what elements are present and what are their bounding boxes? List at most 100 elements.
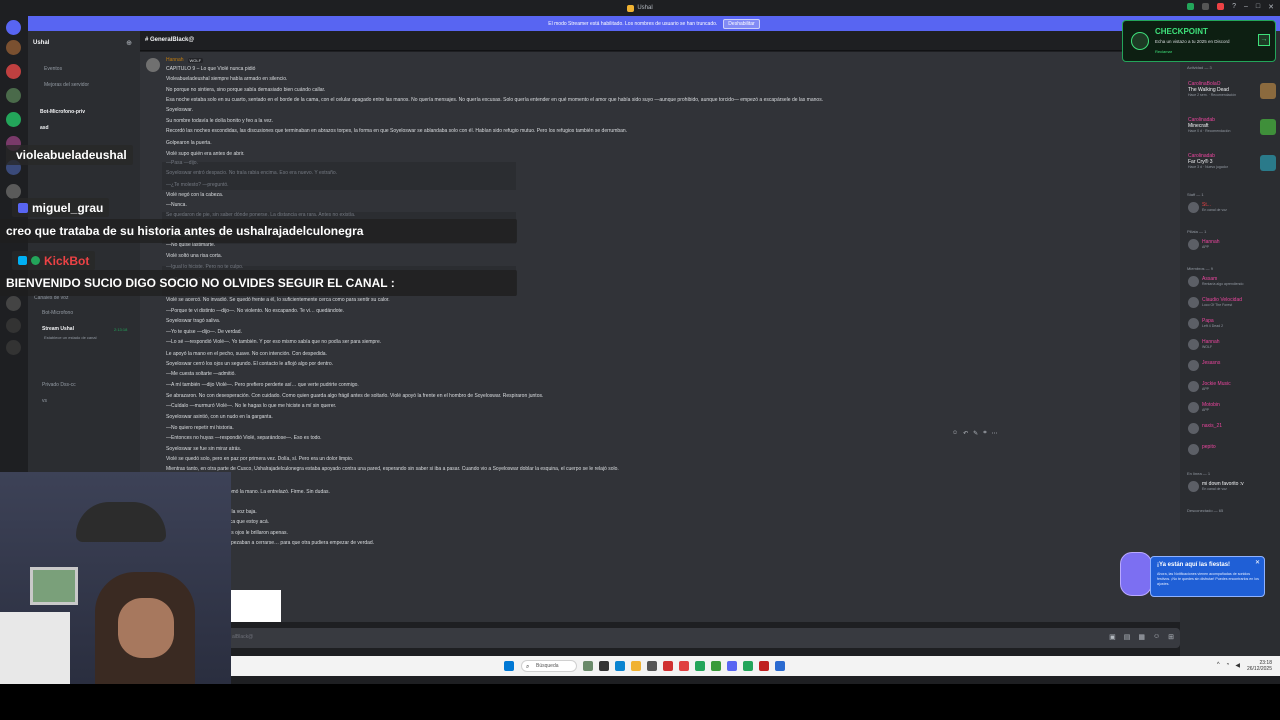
activity-card[interactable]: Carolinadab Far Cry® 3 Hace 3 d · Nuevo ju…: [1188, 153, 1228, 169]
more-icon[interactable]: ⋯: [992, 430, 998, 437]
server-icon[interactable]: [6, 184, 21, 199]
checkpoint-link[interactable]: Reclamar: [1155, 49, 1172, 54]
message-line: Soyeloswar se fue sin mirar atrás.: [166, 446, 242, 452]
voice-channel-stream-ushal[interactable]: Stream Ushal: [42, 326, 74, 332]
clock[interactable]: 23:18 26/12/2025: [1247, 660, 1272, 672]
member-row[interactable]: pepito: [1188, 444, 1216, 455]
activity-card[interactable]: Carolinadab Minecraft Hace 0 d · Recomenda…: [1188, 117, 1230, 133]
app-icon[interactable]: [695, 661, 705, 671]
message-line: —Me cuesta soltarte —admitió.: [166, 371, 236, 377]
checkpoint-card[interactable]: CHECKPOINT Echa un vistazo a tu 2025 en …: [1122, 20, 1276, 62]
game-cover-icon[interactable]: [1260, 155, 1276, 171]
member-row[interactable]: Jesasns: [1188, 360, 1220, 371]
activity-sub: Hace 2 sem. · Recomendación: [1188, 93, 1237, 97]
edit-icon[interactable]: ✎: [973, 430, 978, 437]
member-group-heading: En línea — 1: [1187, 471, 1211, 476]
explorer-icon[interactable]: [631, 661, 641, 671]
member-status: En canal de voz: [1202, 208, 1227, 212]
app-icon[interactable]: [759, 661, 769, 671]
close-icon[interactable]: ✕: [1255, 559, 1260, 566]
member-row[interactable]: Hannah WOLF: [1188, 339, 1220, 350]
gif-icon[interactable]: ▤: [1124, 633, 1131, 641]
help-icon[interactable]: ?: [1232, 3, 1236, 11]
channel-bot-microfono[interactable]: Bot-Microfono: [42, 310, 73, 316]
sticker-icon[interactable]: ▦: [1138, 633, 1145, 641]
webcam-flag: [76, 502, 166, 542]
reply-icon[interactable]: ↶: [963, 430, 968, 437]
activity-card[interactable]: CarolinaBolaO The Walking Dead Hace 2 sem.…: [1188, 81, 1236, 97]
discover-icon[interactable]: [6, 340, 21, 355]
edge-icon[interactable]: [615, 661, 625, 671]
taskbar-search[interactable]: ⌕ Búsqueda: [521, 660, 577, 672]
member-row[interactable]: Jockie Music APP: [1188, 381, 1231, 392]
author-avatar[interactable]: [146, 58, 160, 72]
channel-vs[interactable]: vs: [42, 398, 47, 404]
member-row[interactable]: naxis_21: [1188, 423, 1222, 434]
server-icon[interactable]: [6, 88, 21, 103]
reaction-icon[interactable]: ☺: [952, 430, 958, 437]
game-cover-icon[interactable]: [1260, 83, 1276, 99]
message-line: —¿Te molesto? —preguntó.: [166, 182, 229, 188]
thread-icon[interactable]: ⌗: [983, 430, 986, 437]
maximize-icon[interactable]: □: [1256, 3, 1260, 11]
sidebar-item-boosts[interactable]: Mejoras del servidor: [44, 82, 89, 88]
channel-asd[interactable]: asd: [40, 125, 49, 131]
channel-name: GeneralBlack@: [150, 37, 195, 43]
network-icon[interactable]: ◔: [1226, 662, 1230, 669]
member-text: Hannah APP: [1202, 239, 1220, 249]
server-icon[interactable]: [6, 112, 21, 127]
task-view-icon[interactable]: [599, 661, 609, 671]
member-row[interactable]: Hannah APP: [1188, 239, 1220, 250]
channel-privado[interactable]: Privado Dss-cc: [42, 382, 76, 388]
volume-icon[interactable]: ◀: [1235, 662, 1240, 669]
voice-channel-status: Establece un estado de canal: [44, 335, 97, 340]
arrow-right-icon[interactable]: →: [1258, 34, 1270, 46]
message-line: Violé negó con la cabeza.: [166, 192, 224, 198]
server-icon[interactable]: [6, 296, 21, 311]
author-name[interactable]: Hannah: [166, 57, 184, 63]
discord-icon[interactable]: [727, 661, 737, 671]
checkpoint-subtitle: Echa un vistazo a tu 2025 en Discord: [1155, 39, 1230, 44]
add-server-icon[interactable]: [6, 318, 21, 333]
invite-icon[interactable]: ⊕: [126, 39, 132, 47]
member-row[interactable]: St... En canal de voz: [1188, 202, 1227, 213]
server-icon[interactable]: [6, 64, 21, 79]
member-row[interactable]: Claudio Velocidad Loco Of The Forest: [1188, 297, 1242, 308]
inbox-icon[interactable]: [1202, 3, 1210, 10]
close-icon[interactable]: ✕: [1268, 3, 1274, 11]
discord-logo-icon: [627, 4, 635, 12]
holiday-popup[interactable]: ✕ ¡Ya están aquí las fiestas! Ahora, las…: [1150, 556, 1265, 597]
activity-sub: Hace 3 d · Nuevo jugador: [1188, 165, 1228, 169]
taskbar-search-text: Búsqueda: [536, 663, 559, 669]
emoji-icon[interactable]: ☺: [1153, 633, 1160, 641]
member-row[interactable]: mi down favorito :v En canal de voz: [1188, 481, 1244, 492]
notification-icon[interactable]: [1217, 3, 1225, 10]
minimize-icon[interactable]: –: [1244, 3, 1248, 11]
start-icon[interactable]: [504, 661, 514, 671]
sidebar-item-events[interactable]: Eventos: [44, 66, 62, 72]
app-icon[interactable]: [743, 661, 753, 671]
app-icon[interactable]: [711, 661, 721, 671]
game-cover-icon[interactable]: [1260, 119, 1276, 135]
app-icon[interactable]: [775, 661, 785, 671]
apps-icon[interactable]: ⊞: [1168, 633, 1174, 641]
message-composer[interactable]: alBlack@ ▣ ▤ ▦ ☺ ⊞: [140, 628, 1180, 648]
member-row[interactable]: Papa Left 4 Dead 2: [1188, 318, 1223, 329]
server-name[interactable]: Ushal: [33, 40, 49, 46]
member-row[interactable]: Assam Rentaría algo aprendiendo: [1188, 276, 1243, 287]
server-icon[interactable]: [6, 40, 21, 55]
overlay-message: creo que trataba de su historia antes de…: [0, 219, 517, 243]
message-line: Se quedaron de pie, sin saber dónde pone…: [166, 212, 356, 218]
dm-home-icon[interactable]: [6, 20, 21, 35]
checkpoint-icon[interactable]: [1187, 3, 1195, 10]
channel-bot-microfono-priv[interactable]: Bot-Microfono-priv: [40, 109, 85, 115]
app-icon[interactable]: [679, 661, 689, 671]
gift-icon[interactable]: ▣: [1109, 633, 1116, 641]
brave-icon[interactable]: [663, 661, 673, 671]
message-line: —No quiero repetir mi historia.: [166, 425, 234, 431]
app-icon[interactable]: [647, 661, 657, 671]
widgets-icon[interactable]: [583, 661, 593, 671]
disable-streamer-button[interactable]: Deshabilitar: [723, 18, 760, 29]
member-row[interactable]: Motobin APP: [1188, 402, 1220, 413]
chevron-up-icon[interactable]: ^: [1217, 662, 1220, 669]
